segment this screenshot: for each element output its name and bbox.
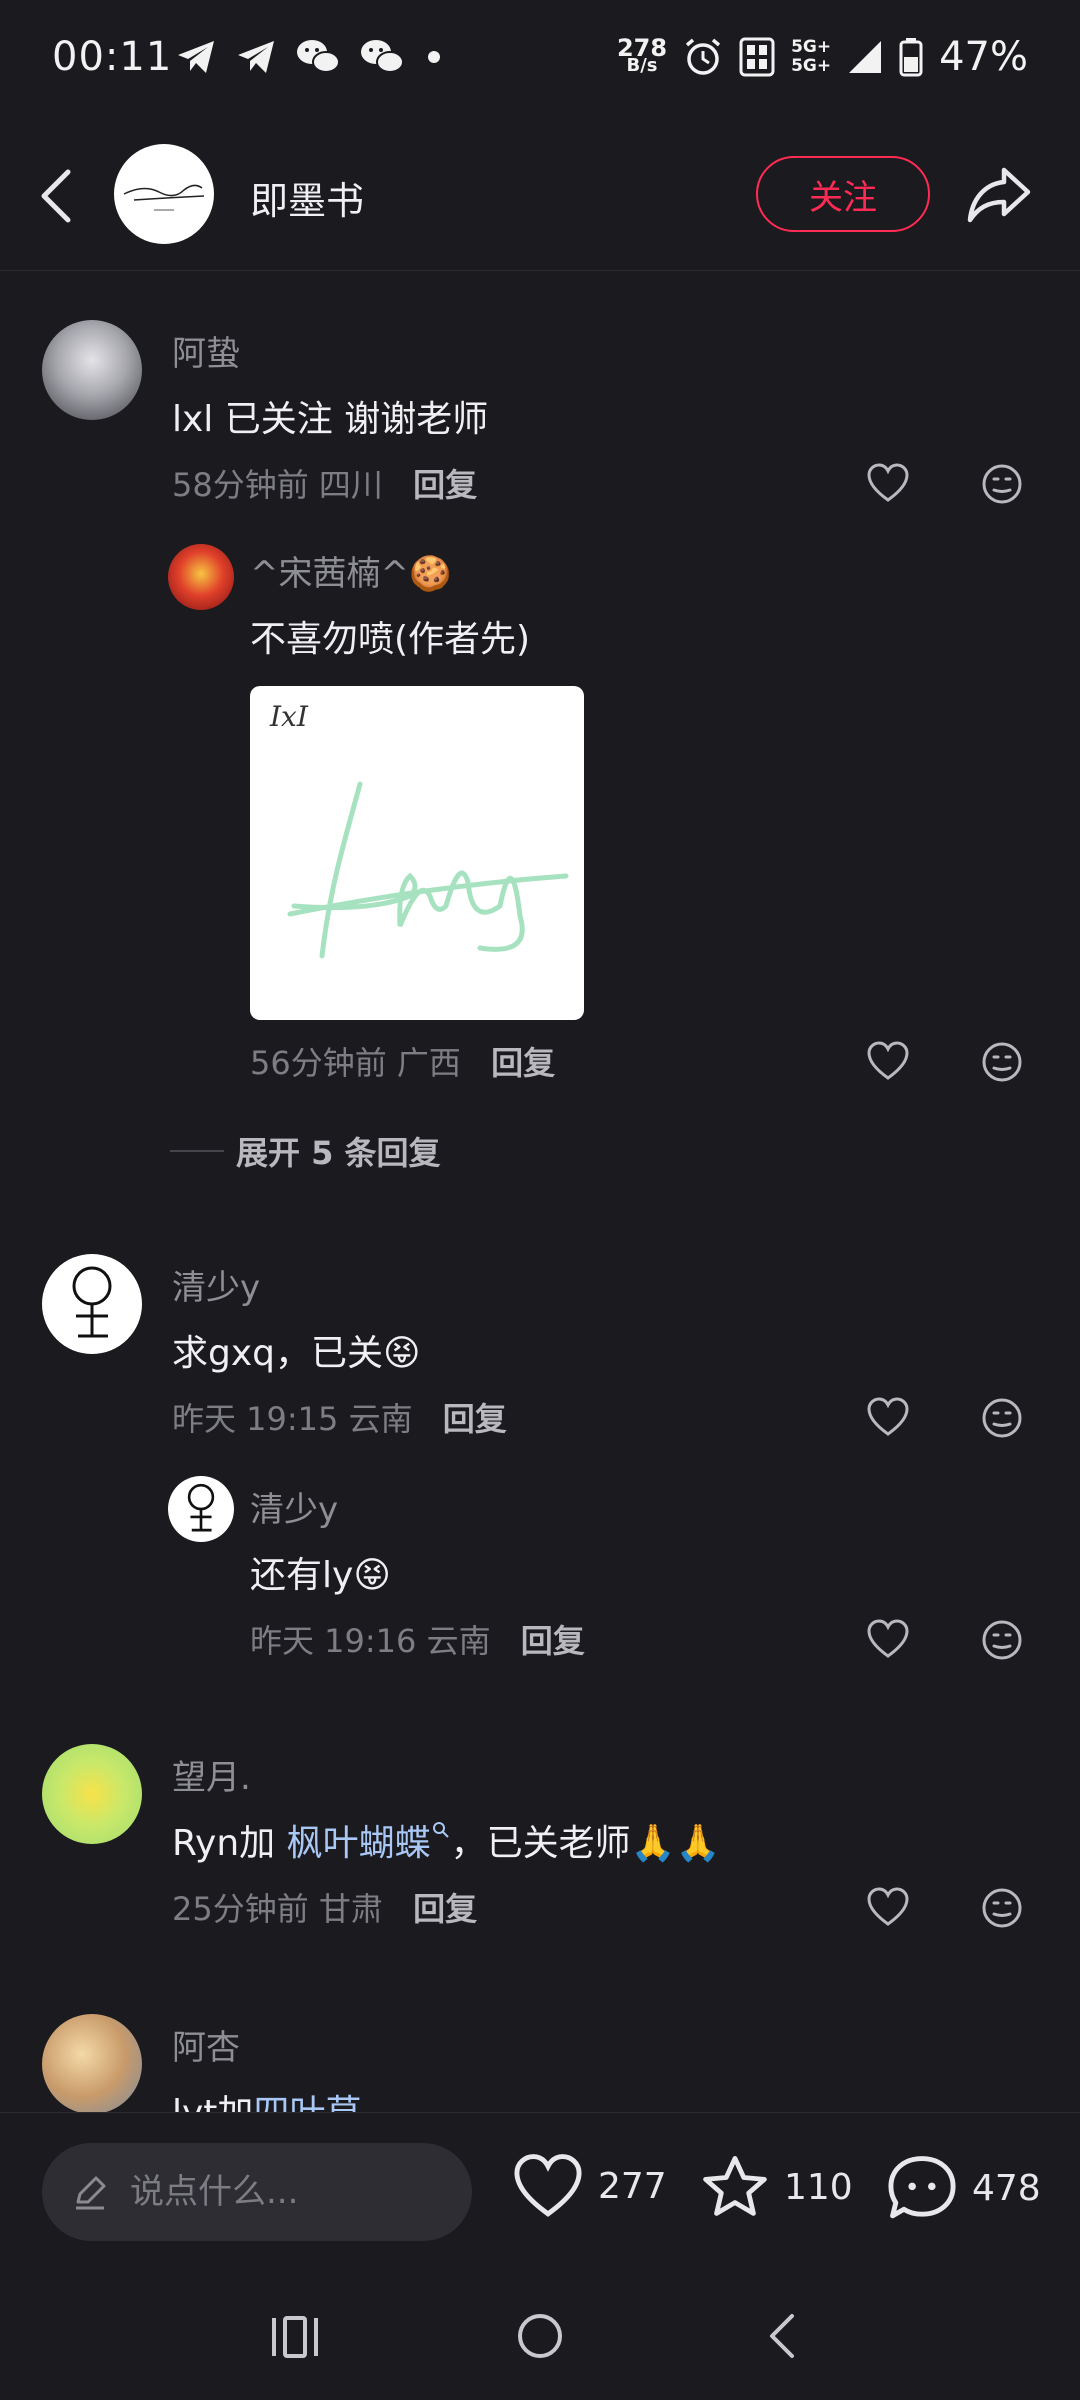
star-count-button[interactable]: 110: [700, 2153, 853, 2221]
comment-input[interactable]: [128, 2171, 452, 2213]
status-right: 278 B/s 5G+ 5G+ 47%: [617, 34, 1028, 80]
back-nav-icon[interactable]: [762, 2310, 802, 2362]
comment-location: 云南: [348, 1400, 413, 1438]
heart-icon[interactable]: [866, 1040, 910, 1084]
user-avatar[interactable]: [42, 1744, 142, 1844]
alarm-icon: [685, 38, 721, 75]
comment-text[interactable]: lyt加四叶草: [172, 2084, 361, 2112]
heart-icon[interactable]: [866, 1886, 910, 1930]
telegram-icon: [178, 41, 214, 73]
notification-icons: [176, 38, 444, 76]
recent-apps-icon[interactable]: [268, 2312, 322, 2362]
comment-username[interactable]: 阿蛰: [172, 326, 240, 375]
like-count: 277: [598, 2165, 667, 2207]
pencil-icon: [76, 2176, 106, 2210]
home-icon[interactable]: [514, 2310, 566, 2362]
wechat-icon: [361, 40, 404, 73]
comment-username[interactable]: 清少y: [172, 1260, 260, 1309]
battery-percent: 47%: [939, 34, 1028, 80]
reply-text[interactable]: 不喜勿喷(作者先): [250, 610, 530, 662]
comment-bubble-icon: [888, 2156, 956, 2219]
comment-time: 昨天 19:15: [172, 1400, 339, 1438]
user-avatar[interactable]: [42, 2014, 142, 2112]
comment-username[interactable]: 阿杏: [172, 2020, 240, 2069]
share-icon[interactable]: [966, 164, 1032, 224]
emoji-reaction-icon[interactable]: [980, 1040, 1024, 1084]
emoji-reaction-icon[interactable]: [980, 1886, 1024, 1930]
reply-text[interactable]: 还有ly😝: [250, 1546, 391, 1598]
reply-meta: 昨天 19:16 云南 回复: [250, 1616, 585, 1662]
user-avatar[interactable]: [168, 544, 234, 610]
dual-sim-icon: [739, 37, 775, 77]
comment-text[interactable]: Ryn加 枫叶蝴蝶 ，已关老师🙏🙏: [172, 1814, 720, 1866]
topic-link[interactable]: 枫叶蝴蝶: [287, 1823, 431, 1864]
follow-button[interactable]: 关注: [756, 156, 930, 232]
more-notifications-dot-icon: [428, 51, 440, 63]
reply-username[interactable]: ^宋茜楠^🍪: [250, 546, 451, 595]
comment-count: 478: [972, 2167, 1041, 2209]
emoji-reaction-icon[interactable]: [980, 1618, 1024, 1662]
reply-meta: 56分钟前 广西 回复: [250, 1038, 555, 1084]
like-count-button[interactable]: 277: [512, 2153, 667, 2219]
status-time: 00:11: [52, 34, 173, 80]
heart-icon[interactable]: [866, 462, 910, 506]
reply-image-signature[interactable]: IxI: [250, 686, 584, 1020]
reply-location: 云南: [426, 1622, 491, 1660]
comment-input-box[interactable]: [42, 2143, 472, 2241]
user-avatar[interactable]: [42, 1254, 142, 1354]
bottom-action-bar: 277 110 478: [0, 2112, 1080, 2273]
reply-button[interactable]: 回复: [413, 1890, 477, 1928]
star-count: 110: [784, 2166, 853, 2208]
comment-time: 25分钟前: [172, 1890, 309, 1928]
comment-location: 甘肃: [318, 1890, 383, 1928]
comment-meta: 25分钟前 甘肃 回复: [172, 1884, 477, 1930]
comment-time: 58分钟前: [172, 466, 309, 504]
reply-button[interactable]: 回复: [521, 1622, 585, 1660]
status-bar: 00:11 278 B/s 5G+ 5G+ 47%: [0, 0, 1080, 120]
reply-username[interactable]: 清少y: [250, 1482, 338, 1531]
comment-meta: 昨天 19:15 云南 回复: [172, 1394, 507, 1440]
search-icon: [432, 1822, 449, 1838]
net-speed-unit: B/s: [626, 55, 658, 76]
comment-location: 四川: [318, 466, 383, 504]
top-header: 即墨书 关注: [0, 130, 1080, 271]
reply-location: 广西: [396, 1044, 461, 1082]
comment-text[interactable]: lxl 已关注 谢谢老师: [172, 390, 488, 442]
reply-button[interactable]: 回复: [413, 466, 477, 504]
signal-icon: [849, 41, 882, 73]
comment-item: 阿杏 lyt加四叶草: [0, 2008, 1080, 2112]
reply-button[interactable]: 回复: [491, 1044, 555, 1082]
account-avatar[interactable]: [114, 144, 214, 244]
user-avatar[interactable]: [42, 320, 142, 420]
reply-button[interactable]: 回复: [443, 1400, 507, 1438]
heart-icon[interactable]: [866, 1396, 910, 1440]
comment-count-button[interactable]: 478: [886, 2153, 1041, 2223]
network-type: 5G+ 5G+: [791, 37, 832, 76]
reply-time: 56分钟前: [250, 1044, 387, 1082]
account-name: 即墨书: [250, 179, 365, 223]
star-icon: [703, 2155, 767, 2216]
user-avatar[interactable]: [168, 1476, 234, 1542]
net-speed: 278 B/s: [617, 36, 667, 76]
topic-link[interactable]: 四叶草: [253, 2093, 361, 2112]
back-arrow-icon[interactable]: [36, 166, 76, 226]
expand-replies-button[interactable]: 展开 5 条回复: [236, 1128, 441, 1174]
heart-icon: [514, 2154, 582, 2217]
expand-divider: [170, 1150, 224, 1152]
system-navigation-bar: [0, 2272, 1080, 2400]
battery-icon: [899, 38, 923, 77]
heart-icon[interactable]: [866, 1618, 910, 1662]
reply-time: 昨天 19:16: [250, 1622, 417, 1660]
emoji-reaction-icon[interactable]: [980, 462, 1024, 506]
emoji-reaction-icon[interactable]: [980, 1396, 1024, 1440]
comment-meta: 58分钟前 四川 回复: [172, 460, 477, 506]
wechat-icon: [297, 40, 340, 73]
comment-username[interactable]: 望月.: [172, 1750, 251, 1799]
telegram-icon: [238, 41, 274, 73]
comment-text[interactable]: 求gxq，已关😝: [172, 1324, 421, 1376]
